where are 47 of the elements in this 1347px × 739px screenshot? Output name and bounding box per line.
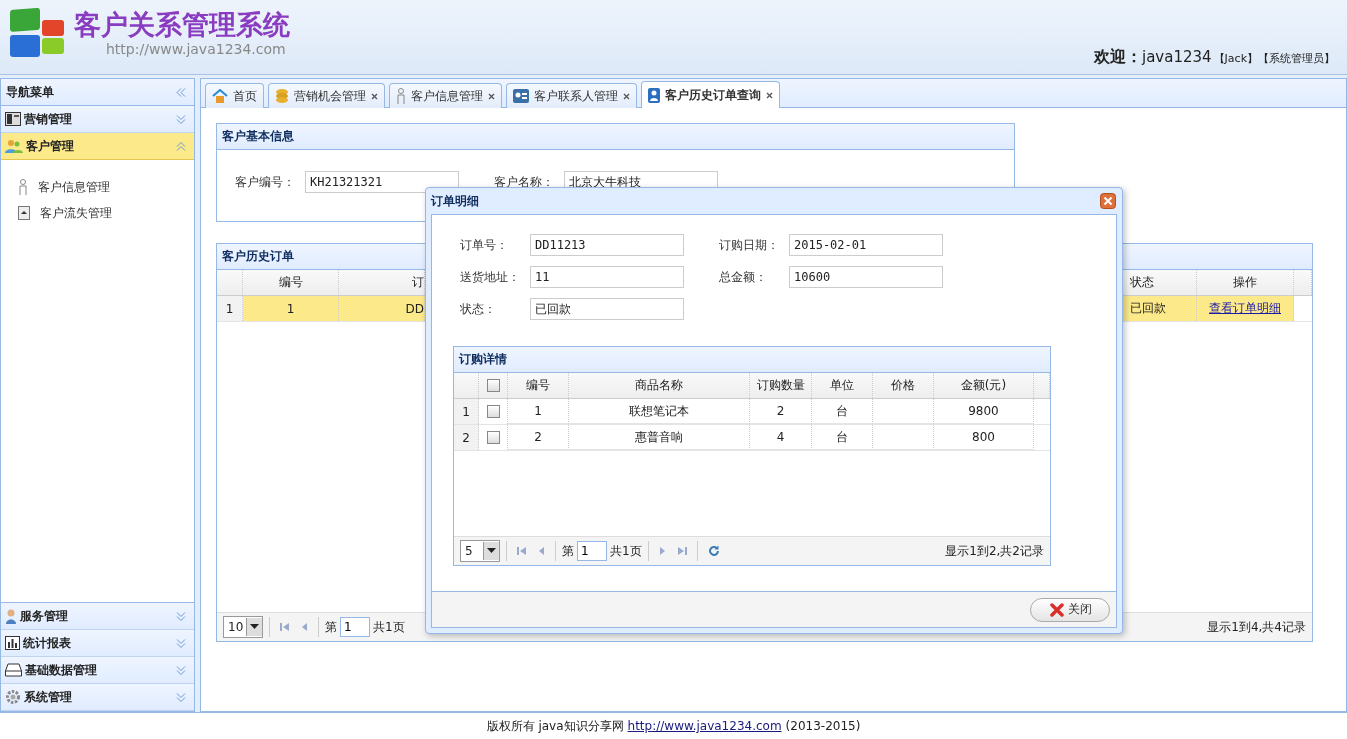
column-header: 金额(元) xyxy=(934,373,1034,398)
total-pages-label: 共1页 xyxy=(610,542,642,560)
column-header: 单位 xyxy=(812,373,873,398)
table-cell: 台 xyxy=(812,425,873,450)
table-cell: 1 xyxy=(243,296,339,321)
record-summary: 显示1到2,共2记录 xyxy=(945,542,1044,560)
column-header: 价格 xyxy=(873,373,934,398)
column-header: 订购数量 xyxy=(750,373,812,398)
table-cell: 已回款 xyxy=(1122,296,1197,321)
row-number: 1 xyxy=(454,399,479,424)
table-cell: 2 xyxy=(750,399,812,424)
column-header: 编号 xyxy=(508,373,569,398)
column-header: 编号 xyxy=(243,270,339,295)
site-url: http://www.java1234.com xyxy=(106,41,287,57)
field-label: 总金额： xyxy=(719,268,768,286)
table-cell: 4 xyxy=(750,425,812,450)
record-summary: 显示1到4,共4记录 xyxy=(1207,618,1306,636)
sidebar-title: 导航菜单 xyxy=(6,83,54,101)
user-role: 【系统管理员】 xyxy=(1258,50,1335,66)
column-header: 操作 xyxy=(1197,270,1294,295)
page-label: 第 xyxy=(562,542,574,560)
user-alias: 【Jack】 xyxy=(1213,50,1258,66)
row-number: 2 xyxy=(454,425,479,450)
field-label: 状态： xyxy=(460,300,497,318)
field-label: 送货地址： xyxy=(460,268,521,286)
table-cell: 2 xyxy=(508,425,569,450)
dialog-title: 订单明细 xyxy=(431,192,479,210)
table-cell: 台 xyxy=(812,399,873,424)
table-cell: 1 xyxy=(508,399,569,424)
page-label: 第 xyxy=(325,618,337,636)
row-number: 1 xyxy=(217,296,243,321)
column-header: 商品名称 xyxy=(569,373,750,398)
panel-title: 订购详情 xyxy=(454,347,1050,373)
table-cell: 800 xyxy=(934,425,1034,450)
table-cell: DD xyxy=(339,296,425,321)
welcome-label: 欢迎： xyxy=(1094,46,1142,68)
table-cell: 联想笔记本 xyxy=(569,399,750,424)
field-label: 客户名称： xyxy=(494,173,555,191)
table-cell: 惠普音响 xyxy=(569,425,750,450)
copyright-years: (2013-2015) xyxy=(785,719,861,733)
field-label: 客户编号： xyxy=(235,173,296,191)
table-cell: 9800 xyxy=(934,399,1034,424)
copyright-text: 版权所有 java知识分享网 xyxy=(486,717,624,735)
user-name: java1234 xyxy=(1142,47,1212,66)
app-title: 客户关系管理系统 xyxy=(74,9,290,41)
total-pages-label: 共1页 xyxy=(373,618,405,636)
panel-title: 客户基本信息 xyxy=(217,124,1014,150)
